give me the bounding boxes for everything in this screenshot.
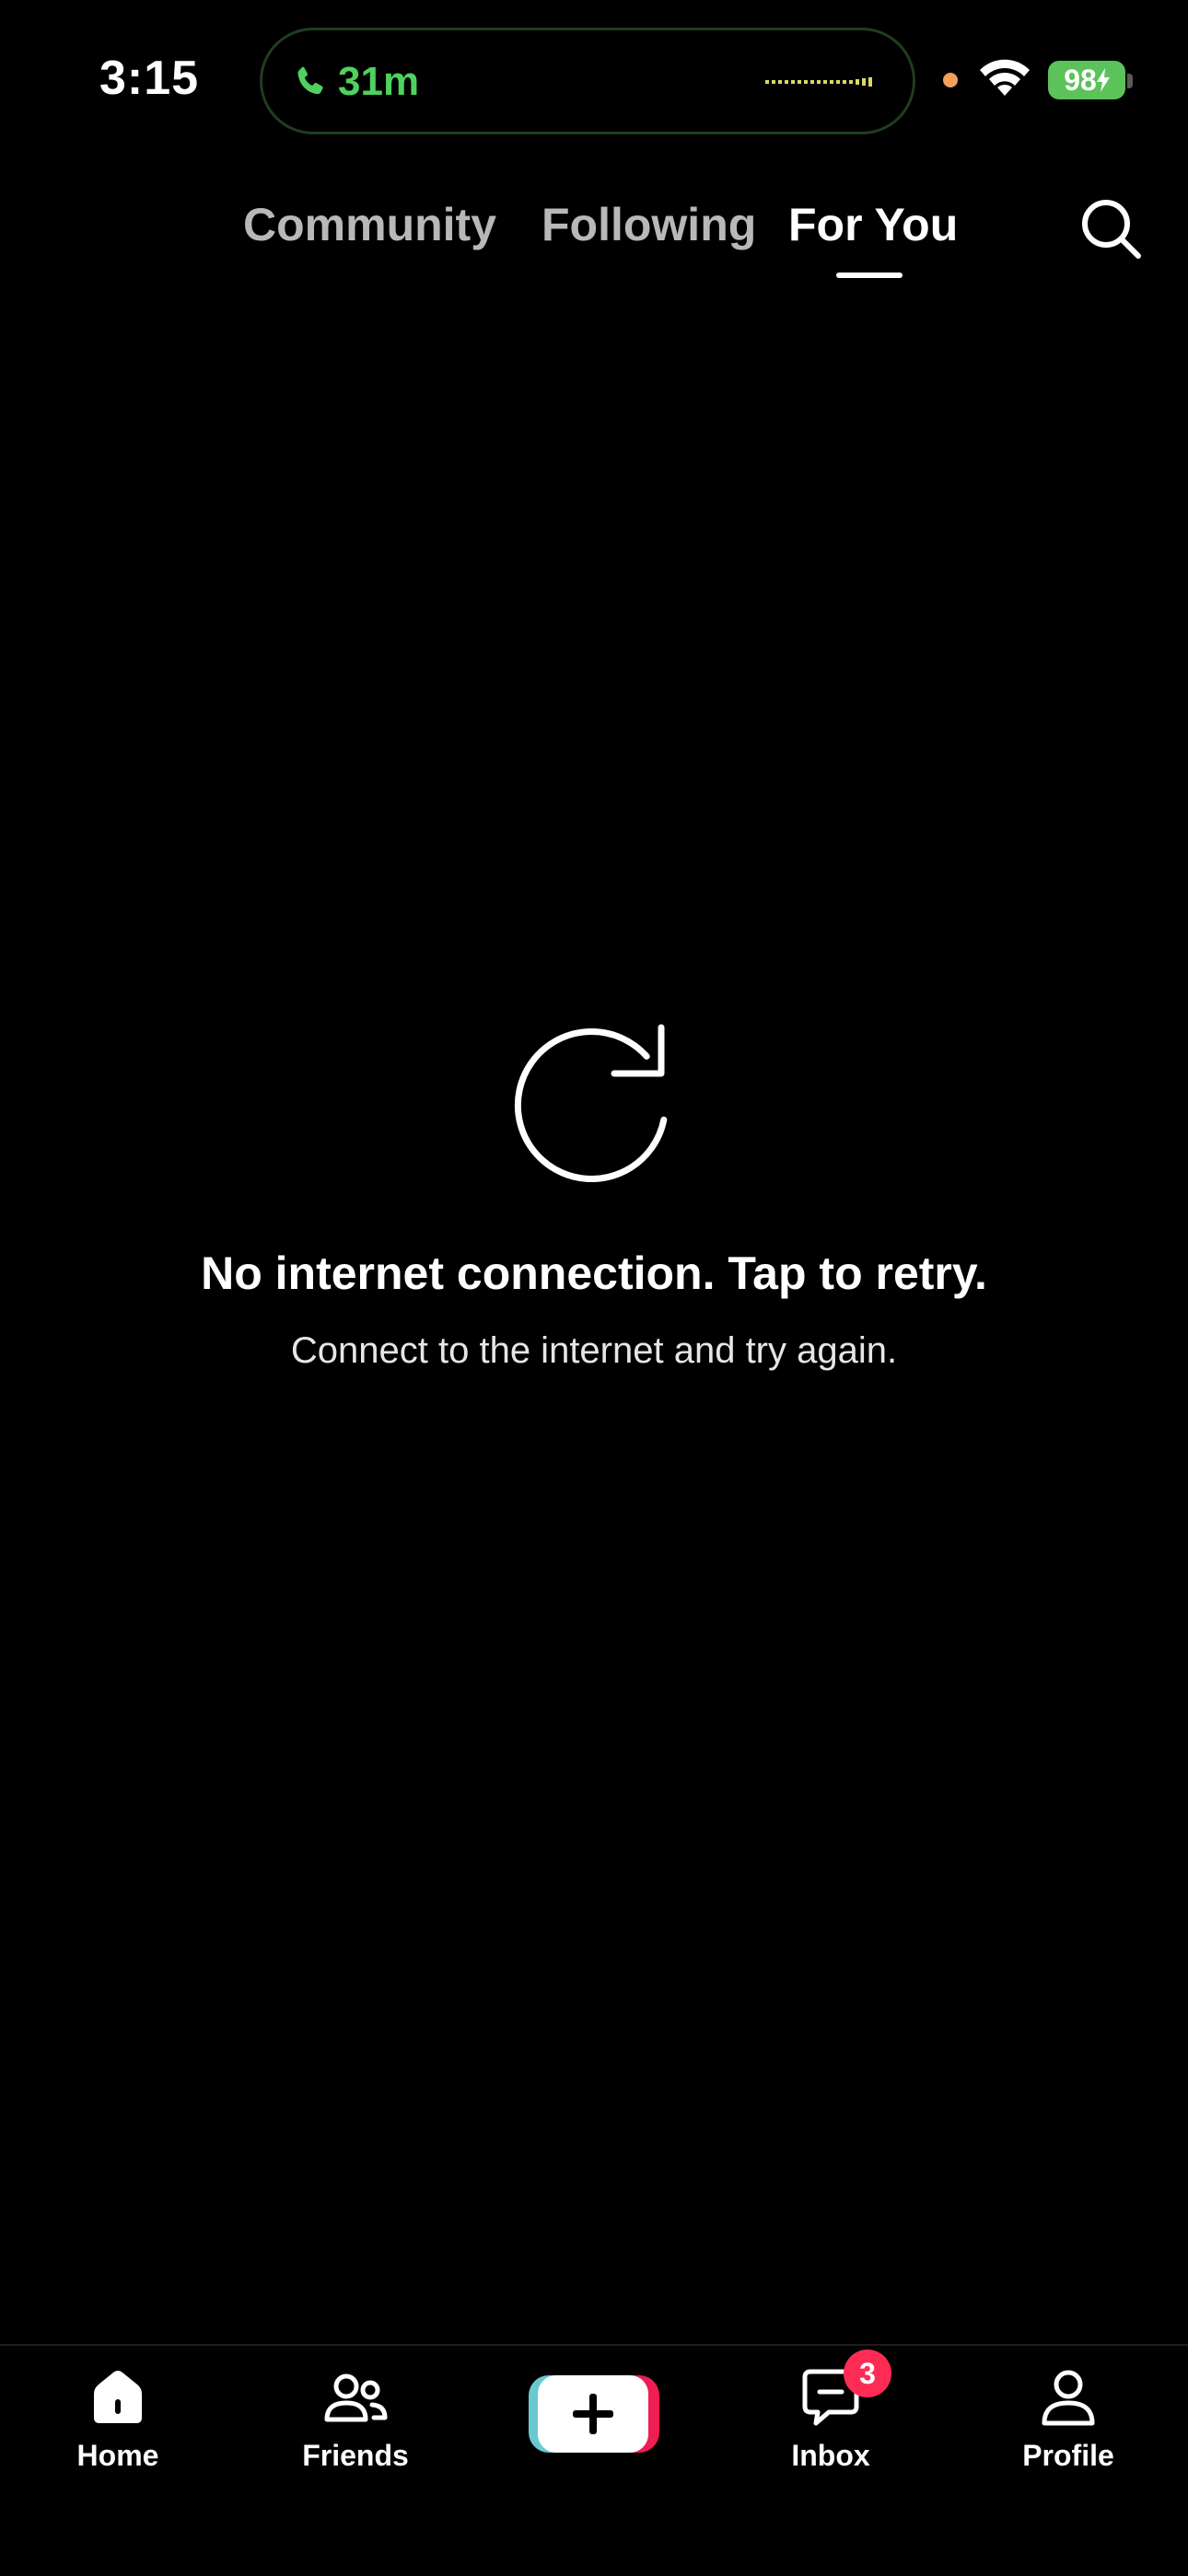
nav-friends-label: Friends [302, 2439, 409, 2472]
tab-following[interactable]: Following [542, 197, 756, 252]
privacy-dot [943, 73, 958, 87]
phone-icon [297, 66, 323, 95]
nav-inbox-label: Inbox [791, 2439, 870, 2472]
nav-home[interactable]: Home [26, 2346, 210, 2493]
profile-icon [1042, 2370, 1095, 2426]
active-call-pill[interactable]: 31m [260, 28, 915, 134]
create-button[interactable] [529, 2375, 659, 2453]
charging-bolt-icon [1096, 68, 1110, 92]
plus-icon [573, 2394, 613, 2434]
error-subtitle: Connect to the internet and try again. [290, 1330, 898, 1371]
friends-icon [324, 2373, 388, 2422]
bottom-nav: Home Friends 3 Inbox Profile [0, 2344, 1188, 2576]
top-tabs: Community Following For You [0, 184, 1188, 285]
wifi-icon [980, 59, 1030, 96]
home-icon [94, 2371, 142, 2423]
nav-profile-label: Profile [1022, 2439, 1114, 2472]
status-bar: 3:15 31m 98 [0, 0, 1188, 157]
battery-level: 98 [1064, 64, 1097, 97]
refresh-icon[interactable] [511, 1020, 677, 1186]
nav-friends[interactable]: Friends [263, 2346, 448, 2493]
battery-cap [1127, 74, 1133, 88]
nav-profile[interactable]: Profile [976, 2346, 1160, 2493]
tab-for-you[interactable]: For You [788, 197, 958, 252]
search-icon[interactable] [1077, 195, 1144, 261]
status-time: 3:15 [99, 52, 200, 105]
waveform-icon [765, 77, 872, 87]
tab-selected-indicator [836, 273, 903, 278]
nav-home-label: Home [76, 2439, 159, 2472]
tab-community[interactable]: Community [243, 197, 496, 252]
inbox-badge: 3 [844, 2350, 891, 2397]
call-duration: 31m [338, 59, 420, 104]
battery-icon: 98 [1048, 61, 1125, 99]
retry-area[interactable]: No internet connection. Tap to retry. Co… [0, 1013, 1188, 1399]
error-title: No internet connection. Tap to retry. [201, 1247, 987, 1299]
nav-inbox[interactable]: 3 Inbox [739, 2346, 923, 2493]
